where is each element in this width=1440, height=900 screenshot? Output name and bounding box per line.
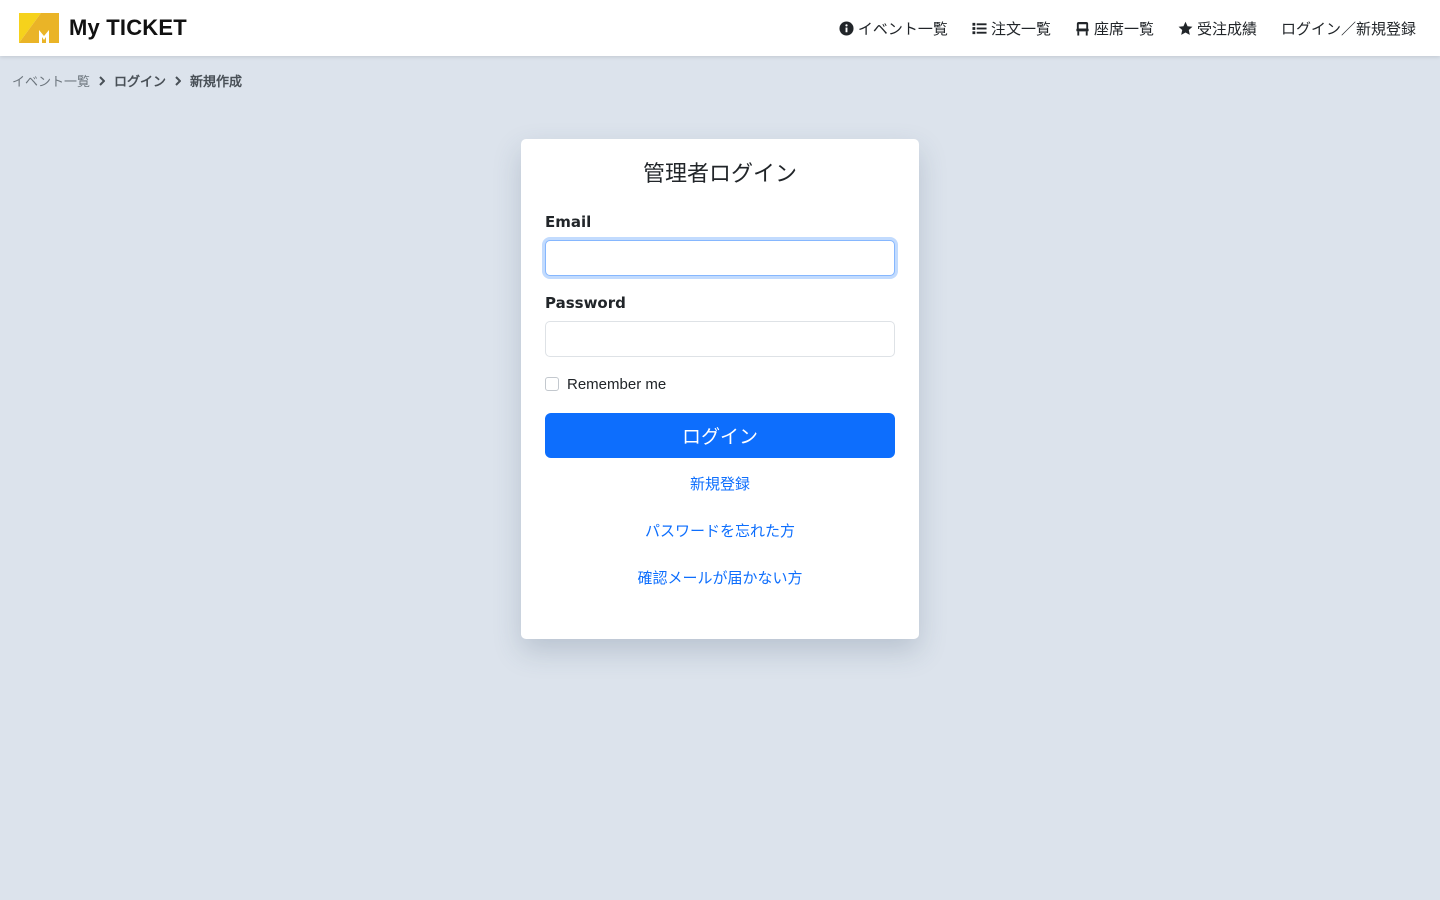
chevron-right-icon (175, 75, 182, 86)
top-navbar: My TICKET イベント一覧 注文一覧 座席一覧 受注成績 ログイン／新規登… (0, 0, 1440, 56)
brand-logo-icon (19, 13, 59, 43)
star-icon (1178, 21, 1193, 36)
info-circle-icon (839, 20, 854, 36)
brand-name: My TICKET (69, 15, 187, 40)
page-title: 管理者ログイン (642, 162, 797, 187)
remember-me-checkbox[interactable] (545, 377, 559, 391)
nav-item-label: イベント一覧 (857, 19, 948, 38)
brand-link[interactable]: My TICKET (19, 13, 187, 43)
list-icon (972, 21, 987, 36)
nav-item-label: 受注成績 (1196, 19, 1257, 38)
email-group: Email (545, 213, 895, 276)
nav-item-orders[interactable]: 注文一覧 (972, 18, 1051, 39)
email-label: Email (545, 213, 592, 231)
remember-me-label[interactable]: Remember me (567, 376, 666, 393)
password-label: Password (545, 294, 626, 312)
chevron-right-icon (99, 75, 106, 86)
nav-item-label: 座席一覧 (1093, 19, 1154, 38)
password-field[interactable] (545, 321, 895, 357)
resend-confirmation-link[interactable]: 確認メールが届かない方 (637, 569, 802, 587)
register-link-row: 新規登録 (545, 474, 895, 494)
email-field[interactable] (545, 240, 895, 276)
nav-item-label: ログイン／新規登録 (1280, 19, 1416, 38)
nav-item-sales[interactable]: 受注成績 (1178, 18, 1257, 39)
breadcrumb-item-current: 新規作成 (190, 75, 243, 90)
breadcrumb-item-events[interactable]: イベント一覧 (12, 71, 90, 90)
nav-item-events[interactable]: イベント一覧 (839, 18, 948, 39)
main-nav: イベント一覧 注文一覧 座席一覧 受注成績 ログイン／新規登録 (839, 18, 1416, 39)
login-card: 管理者ログイン Email Password Remember me ログイン … (521, 139, 919, 639)
remember-me-row: Remember me (545, 374, 895, 394)
breadcrumb: イベント一覧 ログイン 新規作成 (12, 71, 242, 90)
chair-icon (1075, 21, 1090, 36)
breadcrumb-item-login[interactable]: ログイン (114, 71, 166, 90)
forgot-password-link[interactable]: パスワードを忘れた方 (645, 522, 795, 540)
nav-item-label: 注文一覧 (990, 19, 1051, 38)
register-link[interactable]: 新規登録 (690, 475, 750, 493)
resend-confirmation-link-row: 確認メールが届かない方 (545, 568, 895, 588)
nav-item-seats[interactable]: 座席一覧 (1075, 18, 1154, 39)
nav-item-login-register[interactable]: ログイン／新規登録 (1281, 18, 1416, 39)
password-group: Password (545, 294, 895, 357)
forgot-password-link-row: パスワードを忘れた方 (545, 521, 895, 541)
login-button[interactable]: ログイン (545, 413, 895, 458)
